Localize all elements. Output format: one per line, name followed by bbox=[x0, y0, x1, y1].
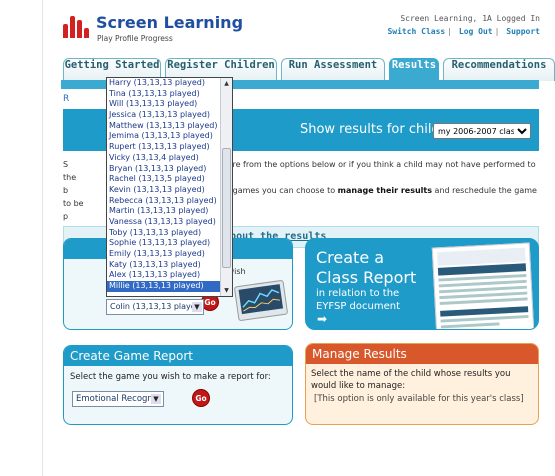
class-report-line4: EYFSP document bbox=[316, 301, 401, 312]
dropdown-option[interactable]: Vicky (13,13,4 played) bbox=[107, 153, 221, 164]
dropdown-option[interactable]: Vanessa (13,13,13 played) bbox=[107, 217, 221, 228]
dropdown-option[interactable]: Rupert (13,13,13 played) bbox=[107, 142, 221, 153]
account-links: Switch Class | Log Out | Support bbox=[387, 27, 540, 36]
intro-fragment: b bbox=[63, 186, 69, 195]
brand-subtitle: Play Profile Progress bbox=[97, 34, 173, 43]
class-report-desc: in relation to the EYFSP document bbox=[316, 287, 400, 313]
log-out-link[interactable]: Log Out bbox=[459, 27, 493, 36]
dropdown-option[interactable]: Alex (13,13,13 played) bbox=[107, 270, 221, 281]
dropdown-option[interactable]: Toby (13,13,13 played) bbox=[107, 228, 221, 239]
game-report-title: Create Game Report bbox=[64, 346, 292, 366]
page: Screen Learning Play Profile Progress Sc… bbox=[42, 0, 555, 476]
dropdown-option[interactable]: Emily (13,13,13 played) bbox=[107, 249, 221, 260]
scrollbar-thumb[interactable] bbox=[222, 148, 231, 268]
game-select-value: Emotional Recogniti bbox=[76, 394, 161, 404]
dropdown-option[interactable]: Matthew (13,13,13 played) bbox=[107, 121, 221, 132]
caret-down-icon[interactable]: ▼ bbox=[192, 302, 202, 312]
game-report-label: Select the game you wish to make a repor… bbox=[70, 372, 271, 382]
manage-results-bold: manage their results bbox=[337, 186, 432, 195]
class-select[interactable]: my 2006-2007 class bbox=[433, 123, 531, 139]
login-status: Screen Learning, 1A Logged In bbox=[400, 14, 540, 23]
child-select[interactable]: Colin (13,13,13 playe ▼ bbox=[106, 299, 204, 315]
dropdown-items: Harry (13,13,13 played) Tina (13,13,13 pl… bbox=[107, 78, 221, 296]
tab-results[interactable]: Results bbox=[389, 58, 439, 81]
dropdown-option[interactable]: Bryan (13,13,13 played) bbox=[107, 164, 221, 175]
game-select[interactable]: Emotional Recogniti ▼ bbox=[72, 391, 164, 407]
dropdown-option[interactable]: Harry (13,13,13 played) bbox=[107, 78, 221, 89]
dropdown-option[interactable]: Jessica (13,13,13 played) bbox=[107, 110, 221, 121]
manage-results-note: [This option is only available for this … bbox=[314, 394, 524, 404]
tab-recommendations[interactable]: Recommendations bbox=[443, 58, 555, 81]
dropdown-option[interactable]: Sophie (13,13,13 played) bbox=[107, 238, 221, 249]
dropdown-scrollbar[interactable]: ▲ ▼ bbox=[220, 78, 232, 296]
support-link[interactable]: Support bbox=[506, 27, 540, 36]
chart-monitor-icon bbox=[233, 279, 289, 322]
child-select-value: Colin (13,13,13 playe bbox=[110, 302, 196, 311]
class-report-line2: Class Report bbox=[316, 268, 417, 287]
dropdown-option[interactable]: Martin (13,13,13 played) bbox=[107, 206, 221, 217]
brand-title: Screen Learning bbox=[96, 13, 244, 32]
switch-class-link[interactable]: Switch Class bbox=[387, 27, 445, 36]
intro-fragment: S bbox=[63, 160, 69, 169]
manage-results-title: Manage Results bbox=[306, 344, 538, 364]
intro-fragment: p bbox=[63, 212, 69, 221]
account-area: Screen Learning, 1A Logged In Switch Cla… bbox=[387, 14, 540, 36]
logo-bars-icon bbox=[63, 16, 91, 38]
dropdown-option[interactable]: Will (13,13,13 played) bbox=[107, 99, 221, 110]
dropdown-option[interactable]: Kevin (13,13,13 played) bbox=[107, 185, 221, 196]
eyfsp-document-thumbnail bbox=[431, 242, 535, 329]
dropdown-option[interactable]: Rachel (13,13,5 played) bbox=[107, 174, 221, 185]
dropdown-option[interactable]: Tina (13,13,13 played) bbox=[107, 89, 221, 100]
tab-run-assessment[interactable]: Run Assessment bbox=[281, 58, 385, 81]
game-report-card: Create Game Report Select the game you w… bbox=[63, 345, 293, 425]
hint-text: R bbox=[63, 94, 70, 104]
manage-results-card: Manage Results Select the name of the ch… bbox=[305, 343, 539, 425]
class-report-title: Create a Class Report bbox=[316, 248, 416, 288]
class-report-card[interactable]: Create a Class Report in relation to the… bbox=[305, 238, 539, 330]
dropdown-option[interactable]: Jemima (13,13,13 played) bbox=[107, 131, 221, 142]
dropdown-option[interactable]: Katy (13,13,13 played) bbox=[107, 260, 221, 271]
class-report-line1: Create a bbox=[316, 248, 385, 267]
arrow-up-icon[interactable]: ▲ bbox=[221, 78, 232, 89]
caret-down-icon[interactable]: ▼ bbox=[151, 394, 161, 404]
dropdown-option[interactable]: Rebecca (13,13,13 played) bbox=[107, 196, 221, 207]
dropdown-option[interactable]: Millie (13,13,13 played) bbox=[107, 281, 221, 292]
arrow-down-icon[interactable]: ▼ bbox=[221, 285, 232, 296]
intro-line2: he games you can choose to bbox=[220, 186, 336, 195]
arrow-right-icon[interactable]: ➡ bbox=[317, 312, 327, 326]
class-report-line3: in relation to the bbox=[316, 288, 400, 299]
child-dropdown-list[interactable]: Harry (13,13,13 played) Tina (13,13,13 pl… bbox=[106, 77, 233, 297]
game-report-go-button[interactable]: Go bbox=[192, 389, 210, 407]
manage-results-desc: Select the name of the child whose resul… bbox=[311, 369, 511, 391]
